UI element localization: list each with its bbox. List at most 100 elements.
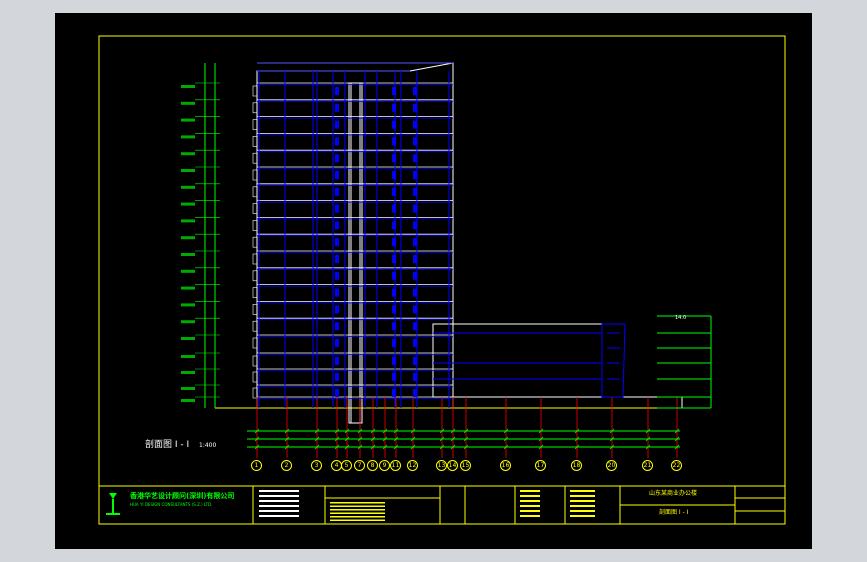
window-block bbox=[413, 339, 417, 347]
balcony-rail bbox=[252, 220, 258, 231]
level-value-mark bbox=[181, 101, 195, 105]
window-block bbox=[335, 204, 339, 213]
grid-axis-label: 1 bbox=[254, 462, 259, 469]
balcony-rail bbox=[252, 304, 258, 315]
window-block bbox=[335, 357, 339, 365]
window-block bbox=[392, 120, 396, 129]
window-block bbox=[335, 221, 339, 230]
section-drawing bbox=[98, 35, 786, 525]
grid-axis-label: 21 bbox=[643, 462, 652, 469]
right-level-label: 14.0 bbox=[675, 315, 687, 321]
grid-axis-bubble: 15 bbox=[460, 460, 471, 471]
balcony-rail bbox=[252, 337, 258, 349]
title-block-rows bbox=[259, 490, 595, 521]
balcony-rail bbox=[252, 371, 258, 383]
window-block bbox=[335, 87, 339, 95]
date-text-line bbox=[570, 495, 595, 497]
balcony-rail bbox=[252, 355, 258, 367]
balcony-rail bbox=[252, 186, 258, 198]
window-block bbox=[335, 339, 339, 347]
window-block bbox=[392, 221, 396, 230]
window-block bbox=[335, 271, 339, 280]
level-value-mark bbox=[181, 118, 195, 122]
window-block bbox=[392, 137, 396, 146]
window-block bbox=[413, 373, 417, 381]
level-value-mark bbox=[181, 371, 195, 374]
drawing-title: 剖面图 I - I bbox=[659, 509, 689, 516]
spec-text-line bbox=[259, 510, 299, 512]
note-text-line bbox=[330, 512, 385, 514]
grid-axis-label: 5 bbox=[344, 462, 349, 469]
date-text-line bbox=[570, 515, 595, 517]
window-block bbox=[392, 154, 396, 163]
balcony-rail bbox=[252, 287, 258, 298]
level-value-mark bbox=[181, 185, 195, 189]
note-text-line bbox=[330, 519, 385, 521]
grid-axis-label: 11 bbox=[391, 462, 400, 469]
window-block bbox=[392, 389, 396, 397]
window-block bbox=[335, 187, 339, 196]
window-block bbox=[335, 171, 339, 179]
window-block bbox=[392, 271, 396, 280]
grid-axis-bubble: 1 bbox=[251, 460, 262, 471]
grid-axis-label: 15 bbox=[461, 462, 470, 469]
podium-level-markers bbox=[657, 315, 712, 409]
window-block bbox=[413, 154, 417, 163]
level-value-mark bbox=[181, 202, 195, 206]
grid-axis-bubble: 13 bbox=[436, 460, 447, 471]
window-block bbox=[413, 305, 417, 314]
window-block bbox=[413, 357, 417, 365]
note-text-line bbox=[330, 505, 385, 507]
level-value-mark bbox=[181, 135, 195, 139]
grid-axis-label: 8 bbox=[370, 462, 375, 469]
level-value-mark bbox=[181, 169, 195, 172]
level-value-mark bbox=[181, 387, 195, 390]
level-value-mark bbox=[181, 236, 195, 240]
signature-text-line bbox=[520, 500, 540, 502]
drawing-canvas[interactable]: 剖面图 I - I 1:400 14.0 香港华艺设计顾问(深圳)有限公司 HU… bbox=[55, 13, 812, 549]
level-value-mark bbox=[181, 337, 195, 340]
dimension-lines bbox=[181, 82, 680, 450]
window-block bbox=[413, 271, 417, 280]
signature-text-line bbox=[520, 495, 540, 497]
spec-text-line bbox=[259, 490, 299, 492]
signature-text-line bbox=[520, 505, 540, 507]
level-value-mark bbox=[181, 219, 195, 223]
grid-axis-label: 13 bbox=[437, 462, 446, 469]
bottom-dimension-lines bbox=[247, 430, 680, 448]
window-block bbox=[335, 373, 339, 381]
balcony-rail bbox=[252, 236, 258, 248]
window-block bbox=[335, 238, 339, 247]
window-block bbox=[392, 87, 396, 95]
grid-axis-bubble: 2 bbox=[281, 460, 292, 471]
note-text-line bbox=[330, 509, 385, 511]
window-block bbox=[392, 339, 396, 347]
window-block bbox=[413, 137, 417, 146]
balcony-rail bbox=[252, 253, 258, 265]
grid-axis-label: 4 bbox=[334, 462, 339, 469]
window-block bbox=[335, 103, 339, 112]
company-logo bbox=[106, 493, 120, 515]
grid-axis-bubble: 14 bbox=[447, 460, 458, 471]
window-block bbox=[335, 137, 339, 146]
window-block bbox=[413, 187, 417, 196]
signature-text-line bbox=[520, 510, 540, 512]
level-value-mark bbox=[181, 355, 195, 358]
date-text-line bbox=[570, 490, 595, 492]
grid-axis-bubble: 21 bbox=[642, 460, 653, 471]
level-value-mark bbox=[181, 286, 195, 290]
date-text-line bbox=[570, 510, 595, 512]
spec-text-line bbox=[259, 515, 299, 517]
window-block bbox=[335, 389, 339, 397]
window-block bbox=[413, 389, 417, 397]
window-block bbox=[392, 204, 396, 213]
grid-axis-label: 7 bbox=[357, 462, 362, 469]
window-block bbox=[392, 357, 396, 365]
window-block bbox=[392, 238, 396, 247]
balcony-rail bbox=[252, 270, 258, 282]
grid-axis-bubble: 22 bbox=[671, 460, 682, 471]
level-value-mark bbox=[181, 152, 195, 156]
window-block bbox=[392, 322, 396, 331]
window-block bbox=[413, 171, 417, 179]
grid-axis-label: 17 bbox=[536, 462, 545, 469]
